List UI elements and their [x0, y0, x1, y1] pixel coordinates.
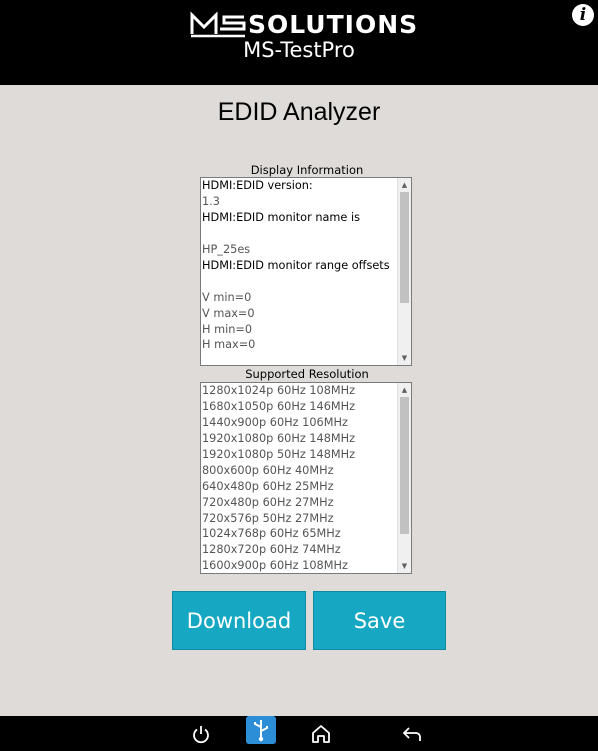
list-item[interactable]: 1440x900p 60Hz 106MHz [202, 415, 397, 431]
list-item [202, 274, 397, 290]
resolution-listbox[interactable]: 1280x1024p 60Hz 108MHz 1680x1050p 60Hz 14… [200, 382, 412, 574]
list-item: H min=0 [202, 322, 253, 336]
ms-solutions-logo: SOLUTIONS [190, 8, 418, 40]
list-item[interactable]: 1920x1080p 60Hz 148MHz [202, 431, 397, 447]
save-button[interactable]: Save [313, 591, 446, 650]
scroll-up-icon[interactable]: ▲ [398, 383, 411, 397]
resolution-scrollbar[interactable]: ▲ ▼ [397, 383, 411, 573]
list-item[interactable]: 1680x1050p 60Hz 146MHz [202, 399, 397, 415]
list-item: H max=0 [202, 338, 256, 352]
page-title: EDID Analyzer [217, 98, 381, 126]
list-item: 1.3 [202, 194, 220, 208]
list-item: V max=0 [202, 306, 255, 320]
resolution-list: 1280x1024p 60Hz 108MHz 1680x1050p 60Hz 14… [202, 383, 397, 573]
resolution-label: Supported Resolution [245, 367, 369, 381]
info-icon[interactable]: i [572, 4, 594, 26]
display-info-listbox[interactable]: HDMI:EDID version: 1.3 HDMI:EDID monitor… [200, 177, 412, 366]
display-info-content: HDMI:EDID version: 1.3 HDMI:EDID monitor… [202, 178, 397, 353]
scroll-up-icon[interactable]: ▲ [398, 178, 411, 192]
ms-logo-mark-icon [190, 11, 246, 38]
list-item[interactable]: 1280x720p 60Hz 74MHz [202, 542, 397, 558]
list-item: V min=0 [202, 290, 252, 304]
list-item: HDMI:EDID monitor name is [202, 210, 360, 224]
list-item[interactable]: 720x576p 50Hz 27MHz [202, 511, 397, 527]
list-item: HP_25es [202, 242, 251, 256]
back-icon[interactable] [398, 716, 426, 751]
scroll-thumb[interactable] [400, 192, 409, 303]
usb-icon[interactable] [243, 712, 279, 747]
display-info-scrollbar[interactable]: ▲ ▼ [397, 178, 411, 365]
scroll-thumb[interactable] [400, 397, 409, 534]
app-title: MS-TestPro [243, 38, 355, 62]
power-icon[interactable] [187, 716, 215, 751]
list-item[interactable]: 1024x768p 60Hz 65MHz [202, 526, 397, 542]
list-item [202, 226, 397, 242]
list-item[interactable]: 1600x900p 60Hz 108MHz [202, 558, 397, 573]
list-item[interactable]: 640x480p 60Hz 25MHz [202, 479, 397, 495]
list-item: HDMI:EDID version: [202, 179, 313, 192]
download-button[interactable]: Download [172, 591, 306, 650]
logo-text: SOLUTIONS [248, 9, 419, 39]
home-icon[interactable] [307, 716, 335, 751]
system-nav-bar [0, 715, 598, 751]
scroll-down-icon[interactable]: ▼ [398, 351, 411, 365]
scroll-down-icon[interactable]: ▼ [398, 559, 411, 573]
list-item[interactable]: 1280x1024p 60Hz 108MHz [202, 383, 397, 399]
display-info-label: Display Information [250, 163, 364, 177]
list-item[interactable]: 800x600p 60Hz 40MHz [202, 463, 397, 479]
list-item: HDMI:EDID monitor range offsets [202, 258, 390, 272]
list-item[interactable]: 1920x1080p 50Hz 148MHz [202, 447, 397, 463]
app-header: SOLUTIONS MS-TestPro i [0, 0, 598, 85]
list-item[interactable]: 720x480p 60Hz 27MHz [202, 495, 397, 511]
